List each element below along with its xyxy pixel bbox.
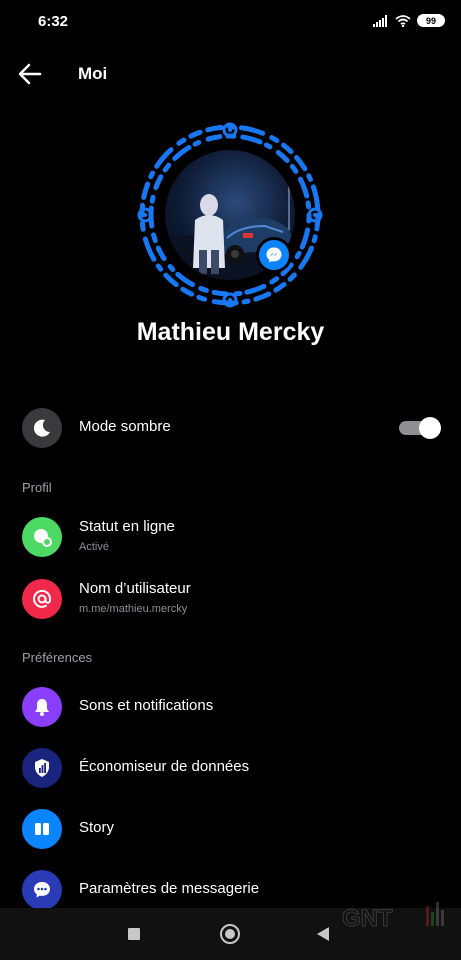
messaging-settings-label: Paramètres de messagerie — [79, 880, 260, 897]
messenger-icon — [266, 247, 282, 263]
triangle-back-icon — [317, 927, 329, 941]
section-title-profile: Profil — [22, 480, 52, 495]
recent-apps-button[interactable] — [128, 928, 140, 940]
toggle-knob — [419, 417, 441, 439]
watermark-logo: GNT — [340, 900, 450, 944]
data-saver-label: Économiseur de données — [79, 758, 250, 775]
username-label: Nom d’utilisateur — [79, 580, 191, 597]
battery-indicator: 99 — [417, 14, 445, 27]
username-row[interactable]: Nom d’utilisateur m.me/mathieu.mercky — [0, 569, 461, 629]
system-back-button[interactable] — [316, 926, 330, 947]
story-label: Story — [79, 819, 115, 836]
shield-icon — [22, 748, 62, 788]
dark-mode-label: Mode sombre — [79, 418, 171, 435]
page-title: Moi — [78, 64, 108, 83]
moon-icon — [22, 408, 62, 448]
messenger-badge — [256, 237, 292, 273]
data-saver-row[interactable]: Économiseur de données — [0, 738, 461, 798]
bell-icon — [22, 687, 62, 727]
dark-mode-toggle[interactable] — [399, 417, 441, 439]
wifi-icon — [395, 14, 411, 27]
status-icons: 99 — [373, 14, 445, 27]
back-button[interactable] — [16, 60, 44, 88]
sounds-notifications-label: Sons et notifications — [79, 697, 214, 714]
online-status-label: Statut en ligne — [79, 518, 175, 535]
home-dot — [225, 929, 235, 939]
story-icon — [22, 809, 62, 849]
home-button[interactable] — [220, 924, 240, 944]
chat-bubble-icon — [22, 870, 62, 910]
back-arrow-icon — [18, 63, 42, 85]
messenger-code[interactable] — [135, 120, 325, 310]
story-row[interactable]: Story — [0, 799, 461, 859]
profile-name: Mathieu Mercky — [136, 318, 325, 346]
dark-mode-row[interactable]: Mode sombre — [0, 398, 461, 458]
sounds-notifications-row[interactable]: Sons et notifications — [0, 677, 461, 737]
username-value: m.me/mathieu.mercky — [79, 603, 188, 615]
online-status-icon — [22, 517, 62, 557]
section-title-preferences: Préférences — [22, 650, 93, 665]
signal-icon — [373, 14, 387, 27]
at-sign-icon — [22, 579, 62, 619]
svg-text:GNT: GNT — [342, 905, 393, 932]
online-status-row[interactable]: Statut en ligne Activé — [0, 507, 461, 567]
online-status-value: Activé — [79, 541, 109, 553]
status-time: 6:32 — [38, 13, 69, 30]
